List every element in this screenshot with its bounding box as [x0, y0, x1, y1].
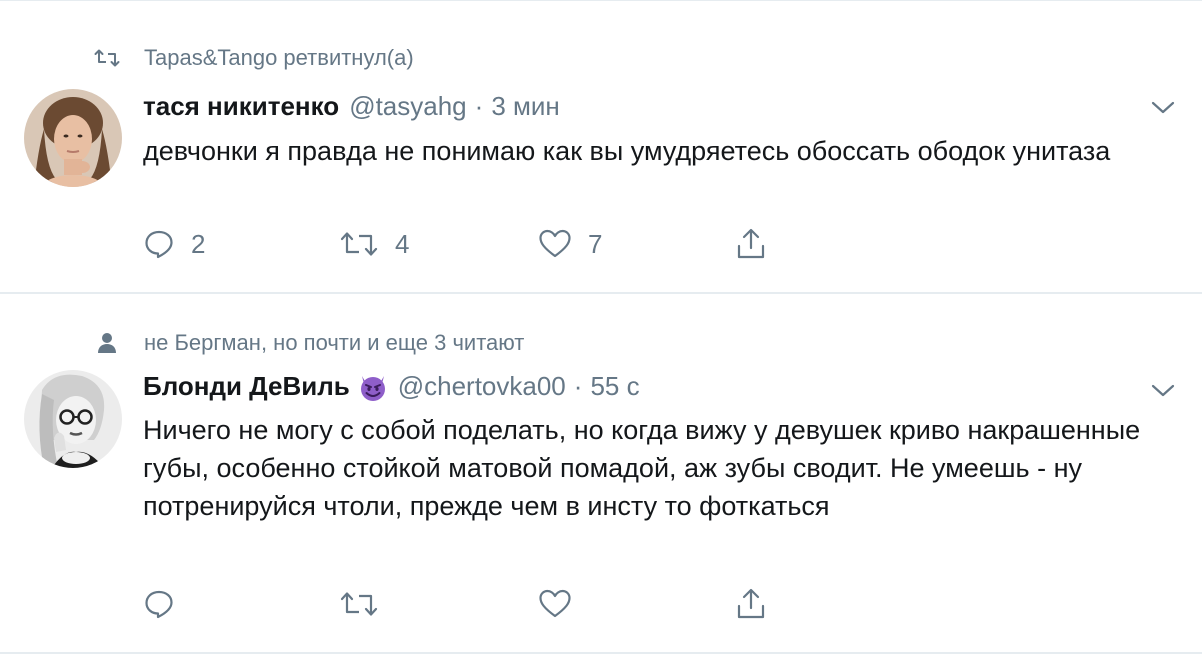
reply-icon — [145, 230, 173, 259]
author-name[interactable]: Блонди ДеВиль — [143, 371, 350, 402]
tweet-header: тася никитенко @tasyahg · 3 мин — [143, 91, 560, 122]
author-handle[interactable]: @tasyahg — [349, 91, 466, 122]
share-icon — [737, 228, 765, 259]
author-name[interactable]: тася никитенко — [143, 91, 339, 122]
tweet-actions — [143, 584, 843, 624]
tweet-text: Ничего не могу с собой поделать, но когд… — [143, 415, 1141, 521]
share-button[interactable] — [735, 584, 767, 624]
like-button[interactable] — [538, 584, 572, 624]
share-icon — [737, 588, 765, 619]
reply-button[interactable] — [143, 584, 175, 624]
tweet[interactable]: не Бергман, но почти и еще 3 читают Блон… — [0, 294, 1202, 654]
heart-icon — [539, 229, 571, 258]
follow-context[interactable]: не Бергман, но почти и еще 3 читают — [92, 330, 524, 356]
like-count: 7 — [588, 228, 603, 259]
share-button[interactable] — [735, 224, 767, 264]
tweet-header: Блонди ДеВиль @chertovka00 · 55 с — [143, 371, 640, 402]
reply-count: 2 — [191, 228, 206, 259]
retweet-icon — [92, 45, 122, 71]
retweet-count: 4 — [395, 228, 410, 259]
heart-icon — [539, 589, 571, 618]
retweet-button[interactable]: 4 — [339, 224, 409, 264]
context-label: Tapas&Tango ретвитнул(а) — [144, 45, 414, 70]
person-icon — [92, 330, 122, 356]
context-label: не Бергман, но почти и еще 3 читают — [144, 330, 525, 355]
tweet-timestamp[interactable]: 3 мин — [491, 91, 559, 122]
timeline: Tapas&Tango ретвитнул(а) тася никитенко … — [0, 0, 1202, 656]
chevron-down-icon[interactable] — [1150, 99, 1176, 117]
retweet-icon — [340, 232, 378, 256]
separator-dot: · — [573, 371, 583, 401]
author-handle[interactable]: @chertovka00 — [398, 371, 566, 402]
separator-dot: · — [474, 91, 484, 121]
chevron-down-icon[interactable] — [1150, 382, 1176, 400]
smiling-devil-emoji-icon — [358, 372, 388, 402]
tweet[interactable]: Tapas&Tango ретвитнул(а) тася никитенко … — [0, 1, 1202, 294]
tweet-actions: 2 4 7 — [143, 224, 843, 264]
retweet-button[interactable] — [339, 584, 379, 624]
avatar[interactable] — [24, 370, 122, 468]
reply-button[interactable]: 2 — [143, 224, 205, 264]
tweet-text: девчонки я правда не понимаю как вы умуд… — [143, 136, 1111, 166]
like-button[interactable]: 7 — [538, 224, 602, 264]
avatar[interactable] — [24, 89, 122, 187]
tweet-timestamp[interactable]: 55 с — [590, 371, 639, 402]
retweet-context[interactable]: Tapas&Tango ретвитнул(а) — [92, 45, 414, 71]
reply-icon — [145, 590, 173, 619]
retweet-icon — [340, 592, 378, 616]
